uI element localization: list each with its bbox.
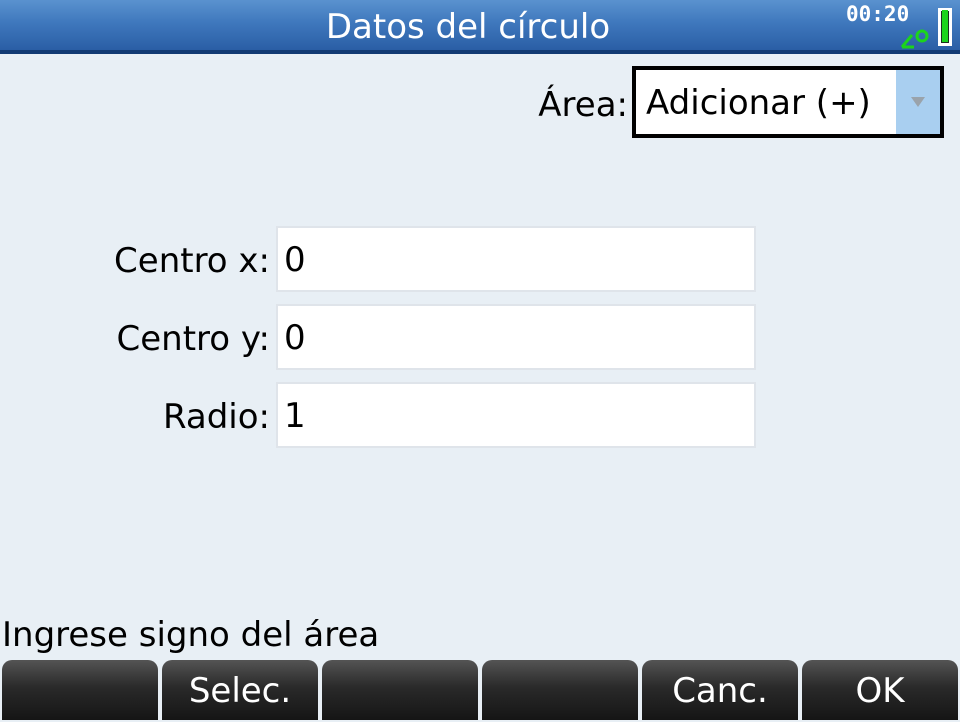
clock: 00:20 [846, 2, 910, 26]
help-text: Ingrese signo del área [2, 615, 380, 655]
cancel-button[interactable]: Canc. [642, 660, 798, 720]
battery-level [942, 10, 948, 42]
area-select-value: Adicionar (+) [646, 83, 871, 123]
softkey-4[interactable] [482, 660, 638, 720]
ok-button[interactable]: OK [802, 660, 958, 720]
softkey-bar: Selec. Canc. OK [0, 658, 960, 720]
centro-y-field[interactable]: 0 [276, 304, 756, 370]
centro-x-value: 0 [284, 240, 306, 280]
centro-x-label: Centro x: [114, 241, 270, 281]
centro-x-field[interactable]: 0 [276, 226, 756, 292]
dropdown-arrow[interactable] [896, 70, 940, 134]
radio-value: 1 [284, 396, 306, 436]
centro-y-value: 0 [284, 318, 306, 358]
radio-label: Radio: [163, 397, 270, 437]
chevron-down-icon [911, 97, 925, 107]
area-label: Área: [538, 85, 628, 125]
page-title: Datos del círculo [325, 7, 611, 47]
centro-y-label: Centro y: [116, 319, 270, 359]
radio-field[interactable]: 1 [276, 382, 756, 448]
softkey-3[interactable] [322, 660, 478, 720]
select-button[interactable]: Selec. [162, 660, 318, 720]
battery-icon [938, 8, 952, 46]
title-bar: Datos del círculo 00:20 [0, 0, 960, 54]
softkey-1[interactable] [2, 660, 158, 720]
area-select[interactable]: Adicionar (+) [632, 66, 944, 138]
degree-angle-icon [900, 29, 929, 49]
